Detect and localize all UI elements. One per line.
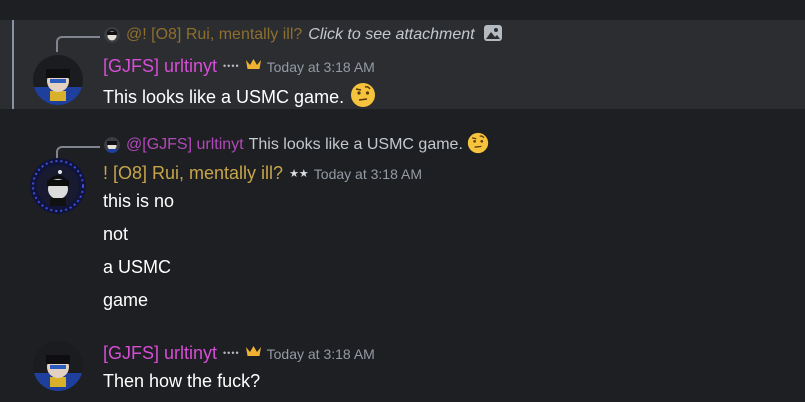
crown-icon <box>245 57 262 76</box>
top-strip <box>0 0 805 20</box>
crown-icon <box>245 344 262 363</box>
timestamp[interactable]: Today at 3:18 AM <box>314 166 422 182</box>
avatar[interactable] <box>33 55 83 105</box>
author-name[interactable]: [GJFS] urltinyt <box>103 56 217 77</box>
avatar[interactable] <box>33 341 83 391</box>
message-header: ! [O8] Rui, mentally ill? ★★ Today at 3:… <box>103 163 422 184</box>
message-text: This looks like a USMC game. <box>103 82 376 113</box>
message-line: this is no <box>103 191 175 211</box>
role-badge: ★★ <box>289 168 309 180</box>
reply-connector <box>56 36 100 52</box>
message-3[interactable]: [GJFS] urltinyt •••• Today at 3:18 AM Th… <box>0 335 805 402</box>
message-line: This looks like a USMC game. <box>103 87 345 107</box>
message-2[interactable]: @[GJFS] urltinyt This looks like a USMC … <box>0 130 805 320</box>
image-icon <box>483 24 503 47</box>
face-with-raised-eyebrow-emoji <box>467 132 489 159</box>
message-line: not <box>103 224 129 244</box>
message-line: Then how the fuck? <box>103 371 261 391</box>
author-name[interactable]: ! [O8] Rui, mentally ill? <box>103 163 283 184</box>
author-name[interactable]: [GJFS] urltinyt <box>103 343 217 364</box>
reply-author[interactable]: @! [O8] Rui, mentally ill? <box>126 26 302 44</box>
timestamp[interactable]: Today at 3:18 AM <box>267 346 375 362</box>
message-line: game <box>103 290 149 310</box>
mini-avatar <box>104 27 120 43</box>
message-header: [GJFS] urltinyt •••• Today at 3:18 AM <box>103 343 375 364</box>
highlight-bar <box>12 20 14 109</box>
message-line: a USMC <box>103 257 172 277</box>
face-with-raised-eyebrow-emoji <box>350 82 376 113</box>
reply-preview[interactable]: @[GJFS] urltinyt This looks like a USMC … <box>104 132 489 155</box>
reply-author[interactable]: @[GJFS] urltinyt <box>126 136 244 154</box>
role-badge: •••• <box>223 347 240 358</box>
reply-text[interactable]: This looks like a USMC game. <box>249 136 463 154</box>
mini-avatar <box>104 137 120 153</box>
avatar[interactable] <box>30 158 86 214</box>
message-1[interactable]: @! [O8] Rui, mentally ill? Click to see … <box>0 20 805 109</box>
role-badge: •••• <box>223 60 240 71</box>
reply-preview[interactable]: @! [O8] Rui, mentally ill? Click to see … <box>104 24 503 47</box>
timestamp[interactable]: Today at 3:18 AM <box>267 59 375 75</box>
message-header: [GJFS] urltinyt •••• Today at 3:18 AM <box>103 56 375 77</box>
reply-attachment-text[interactable]: Click to see attachment <box>308 26 474 44</box>
